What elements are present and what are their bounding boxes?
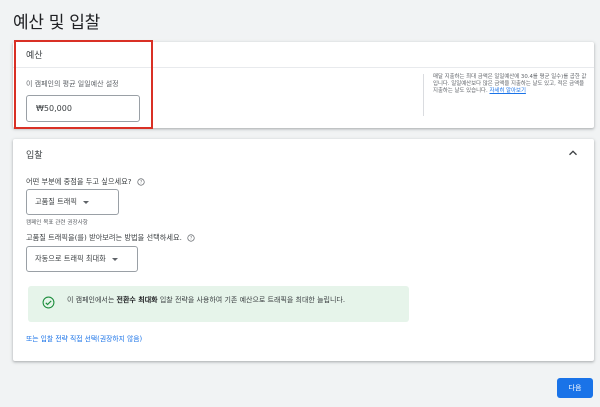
page-title: 예산 및 입찰	[13, 13, 100, 33]
caret-down-icon	[111, 257, 118, 261]
bidding-card: 입찰 어떤 부분에 중점을 두고 싶으세요? ? 고품질 트래픽 캠페인 목표 …	[13, 139, 594, 361]
banner-text-after: 입찰 전략을 사용하여 기존 예산으로 트래픽을 최대한 늘립니다.	[157, 296, 346, 304]
svg-text:?: ?	[139, 180, 141, 185]
method-question: 고품질 트래픽을(를) 받아보려는 방법을 선택하세요. ?	[26, 233, 195, 243]
focus-dropdown[interactable]: 고품질 트래픽	[26, 189, 119, 215]
check-circle-icon	[42, 296, 55, 309]
manual-strategy-link[interactable]: 또는 입찰 전략 직접 선택(권장하지 않음)	[26, 333, 142, 343]
budget-card: 예산 이 캠페인의 평균 일일예산 설정 ₩50,000 매달 지출하는 최대 …	[13, 42, 594, 128]
help-icon[interactable]: ?	[187, 234, 195, 242]
method-dropdown[interactable]: 자동으로 트래픽 최대화	[26, 246, 138, 272]
banner-text-bold: 전환수 최대화	[116, 296, 158, 304]
caret-down-icon	[82, 200, 89, 204]
focus-dropdown-value: 고품질 트래픽	[35, 197, 77, 206]
svg-text:?: ?	[190, 236, 192, 241]
recommendation-hint: 캠페인 목표 관련 권장사항	[26, 220, 88, 226]
budget-header: 예산	[13, 42, 594, 68]
chevron-up-icon[interactable]	[566, 146, 580, 160]
method-question-text: 고품질 트래픽을(를) 받아보려는 방법을 선택하세요.	[26, 233, 182, 242]
bidding-header: 입찰	[26, 150, 43, 161]
budget-label: 이 캠페인의 평균 일일예산 설정	[26, 80, 119, 88]
budget-input[interactable]: ₩50,000	[26, 95, 140, 122]
help-icon[interactable]: ?	[136, 178, 145, 186]
learn-more-link[interactable]: 자세히 알아보기	[489, 88, 525, 94]
method-dropdown-value: 자동으로 트래픽 최대화	[35, 254, 106, 263]
budget-help: 매달 지출하는 최대 금액은 일일예산에 30.4를 평균 일수)를 곱한 값입…	[423, 74, 589, 116]
next-button[interactable]: 다음	[557, 378, 593, 398]
banner-text: 이 캠페인에서는 전환수 최대화 입찰 전략을 사용하여 기존 예산으로 트래픽…	[67, 295, 397, 305]
banner-text-before: 이 캠페인에서는	[67, 296, 117, 304]
strategy-info-banner: 이 캠페인에서는 전환수 최대화 입찰 전략을 사용하여 기존 예산으로 트래픽…	[28, 286, 409, 322]
focus-question-text: 어떤 부분에 중점을 두고 싶으세요?	[26, 177, 132, 186]
focus-question: 어떤 부분에 중점을 두고 싶으세요? ?	[26, 177, 145, 187]
